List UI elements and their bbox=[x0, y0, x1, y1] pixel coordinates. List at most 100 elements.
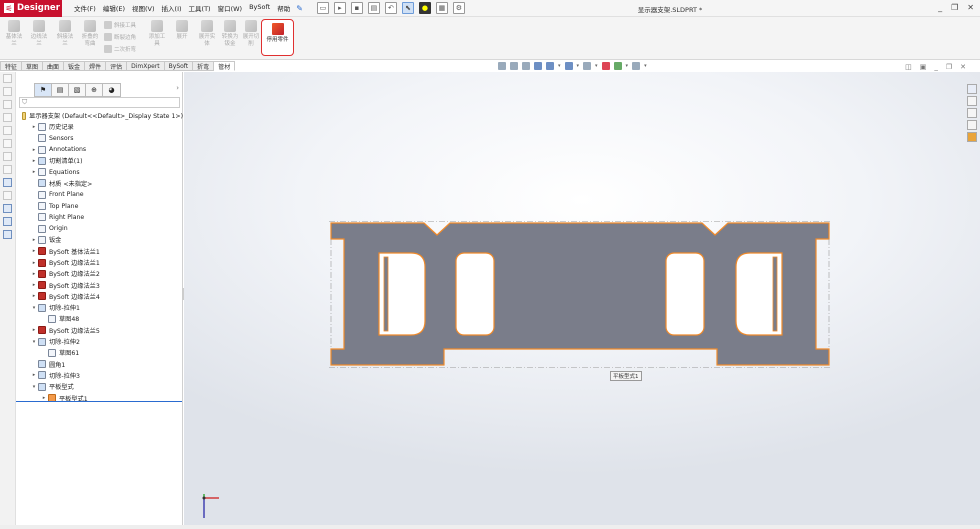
design-library-icon[interactable] bbox=[967, 96, 977, 106]
tree-item[interactable]: ▸ 钣金 bbox=[16, 234, 183, 245]
close-icon[interactable]: ✕ bbox=[967, 3, 974, 12]
file-explorer-icon[interactable] bbox=[967, 108, 977, 118]
chevron-right-icon[interactable]: ▸ bbox=[30, 260, 38, 266]
break-corner-button[interactable]: 断裂边角 bbox=[104, 33, 136, 41]
tab-features[interactable]: 特征 bbox=[0, 61, 23, 71]
graphics-area[interactable] bbox=[184, 72, 980, 529]
tab-surfaces[interactable]: 曲面 bbox=[43, 61, 65, 71]
chevron-down-icon[interactable]: ▾ bbox=[644, 63, 647, 69]
add-tool-button[interactable]: 添加工具 bbox=[147, 20, 167, 47]
home-icon[interactable] bbox=[967, 84, 977, 94]
strip-tool-icon[interactable] bbox=[3, 100, 12, 109]
edit-appearance-icon[interactable] bbox=[601, 62, 610, 70]
miter-tool-button[interactable]: 斜接工具 bbox=[104, 21, 136, 29]
tree-item[interactable]: Origin bbox=[16, 223, 183, 234]
tree-item[interactable]: ▸ 切除-拉伸3 bbox=[16, 370, 183, 381]
tab-dimxpert[interactable]: DimXpert bbox=[127, 61, 165, 71]
split-view-icon[interactable]: ◫ bbox=[905, 63, 912, 71]
strip-tool-icon[interactable] bbox=[3, 178, 12, 187]
tab-bysoft[interactable]: BySoft bbox=[164, 61, 194, 71]
viewport-minimize-icon[interactable]: _ bbox=[934, 63, 938, 71]
viewport-restore-icon[interactable]: ❐ bbox=[946, 63, 952, 71]
restore-icon[interactable]: ❐ bbox=[951, 3, 958, 12]
tab-tubes[interactable]: 管材 bbox=[214, 61, 236, 71]
chevron-right-icon[interactable]: ▸ bbox=[30, 147, 38, 153]
flatten-button[interactable]: 停用零件 bbox=[261, 19, 294, 56]
tree-item[interactable]: ▸ BySoft 基体法兰1 bbox=[16, 246, 183, 257]
tree-item[interactable]: ▸ BySoft 边缘法兰3 bbox=[16, 279, 183, 290]
tree-item[interactable]: Top Plane bbox=[16, 200, 183, 211]
chevron-right-icon[interactable]: ▸ bbox=[30, 169, 38, 175]
strip-tool-icon[interactable] bbox=[3, 204, 12, 213]
double-bend-button[interactable]: 二次折弯 bbox=[104, 45, 136, 53]
zoom-to-fit-icon[interactable] bbox=[498, 62, 506, 70]
tree-item[interactable]: 草图48 bbox=[16, 313, 183, 324]
tab-weldments[interactable]: 焊件 bbox=[85, 61, 107, 71]
flat-pattern-part[interactable] bbox=[329, 221, 832, 368]
tree-filter[interactable]: ⛉ bbox=[19, 97, 180, 108]
base-flange-button[interactable]: 基体法兰 bbox=[4, 20, 24, 47]
miter-flange-button[interactable]: 斜接法兰 bbox=[55, 20, 75, 47]
folded-bend-button[interactable]: 折叠的弯曲 bbox=[80, 20, 100, 47]
tree-item[interactable]: 材质 <未指定> bbox=[16, 178, 183, 189]
tree-item[interactable]: ▸ 历史记录 bbox=[16, 121, 183, 132]
strip-tool-icon[interactable] bbox=[3, 74, 12, 83]
chevron-down-icon[interactable]: ▾ bbox=[30, 339, 38, 345]
display-style-icon[interactable] bbox=[564, 62, 573, 70]
tree-item[interactable]: ▾ 切除-拉伸2 bbox=[16, 336, 183, 347]
view-settings-icon[interactable] bbox=[632, 62, 641, 70]
apply-scene-icon[interactable] bbox=[613, 62, 622, 70]
tree-item[interactable]: ▸ Annotations bbox=[16, 144, 183, 155]
strip-tool-icon[interactable] bbox=[3, 87, 12, 96]
tree-item[interactable]: ▸ BySoft 边缘法兰2 bbox=[16, 268, 183, 279]
chevron-right-icon[interactable]: ▸ bbox=[30, 372, 38, 378]
rollback-bar[interactable] bbox=[16, 401, 182, 402]
chevron-right-icon[interactable]: ▸ bbox=[30, 237, 38, 243]
tree-item[interactable]: ▸ Equations bbox=[16, 166, 183, 177]
chevron-right-icon[interactable]: ▸ bbox=[30, 124, 38, 130]
chevron-right-icon[interactable]: ▸ bbox=[30, 327, 38, 333]
tree-item[interactable]: 圆角1 bbox=[16, 359, 183, 370]
chevron-right-icon[interactable]: ▸ bbox=[30, 248, 38, 254]
strip-tool-icon[interactable] bbox=[3, 126, 12, 135]
strip-tool-icon[interactable] bbox=[3, 165, 12, 174]
strip-tool-icon[interactable] bbox=[3, 191, 12, 200]
previous-view-icon[interactable] bbox=[522, 62, 530, 70]
expand-solid-button[interactable]: 展开实体 bbox=[197, 20, 217, 47]
strip-tool-icon[interactable] bbox=[3, 152, 12, 161]
chevron-down-icon[interactable]: ▾ bbox=[558, 63, 561, 69]
strip-tool-icon[interactable] bbox=[3, 217, 12, 226]
chevron-down-icon[interactable]: ▾ bbox=[30, 384, 38, 390]
convert-to-sheet-metal-button[interactable]: 转换为钣金 bbox=[220, 20, 240, 47]
chevron-right-icon[interactable]: ▸ bbox=[30, 158, 38, 164]
tree-item[interactable]: Sensors bbox=[16, 133, 183, 144]
zoom-area-icon[interactable] bbox=[510, 62, 518, 70]
appearances-icon[interactable] bbox=[967, 132, 977, 142]
tree-item[interactable]: ▾ 平板型式 bbox=[16, 381, 183, 392]
chevron-right-icon[interactable]: ▸ bbox=[30, 271, 38, 277]
tile-view-icon[interactable]: ▣ bbox=[920, 63, 927, 71]
tree-item[interactable]: ▸ BySoft 边缘法兰5 bbox=[16, 325, 183, 336]
tab-sheet-metal[interactable]: 钣金 bbox=[64, 61, 86, 71]
tree-item[interactable]: ▸ 切割清单(1) bbox=[16, 155, 183, 166]
strip-tool-icon[interactable] bbox=[3, 230, 12, 239]
edge-flange-button[interactable]: 边线法兰 bbox=[29, 20, 49, 47]
chevron-down-icon[interactable]: ▾ bbox=[626, 63, 629, 69]
strip-tool-icon[interactable] bbox=[3, 113, 12, 122]
hide-show-items-icon[interactable] bbox=[583, 62, 592, 70]
configuration-manager-tab-icon[interactable]: ▧ bbox=[69, 84, 86, 96]
chevron-right-icon[interactable]: ▸ bbox=[30, 282, 38, 288]
tree-item[interactable]: Right Plane bbox=[16, 212, 183, 223]
chevron-right-icon[interactable]: › bbox=[176, 84, 179, 92]
tree-item[interactable]: ▾ 切除-拉伸1 bbox=[16, 302, 183, 313]
viewport-close-icon[interactable]: ✕ bbox=[960, 63, 966, 71]
tree-item[interactable]: 草图61 bbox=[16, 347, 183, 358]
view-orientation-icon[interactable] bbox=[546, 62, 554, 70]
unfold-cut-button[interactable]: 展开切削 bbox=[242, 20, 260, 47]
tree-item[interactable]: ▸ BySoft 边缘法兰4 bbox=[16, 291, 183, 302]
chevron-down-icon[interactable]: ▾ bbox=[577, 63, 580, 69]
unfold-button[interactable]: 展开 bbox=[172, 20, 192, 41]
tab-sketch[interactable]: 草图 bbox=[22, 61, 44, 71]
chevron-down-icon[interactable]: ▾ bbox=[30, 305, 38, 311]
tree-item[interactable]: 显示器支架 (Default<<Default>_Display State 1… bbox=[16, 110, 183, 121]
